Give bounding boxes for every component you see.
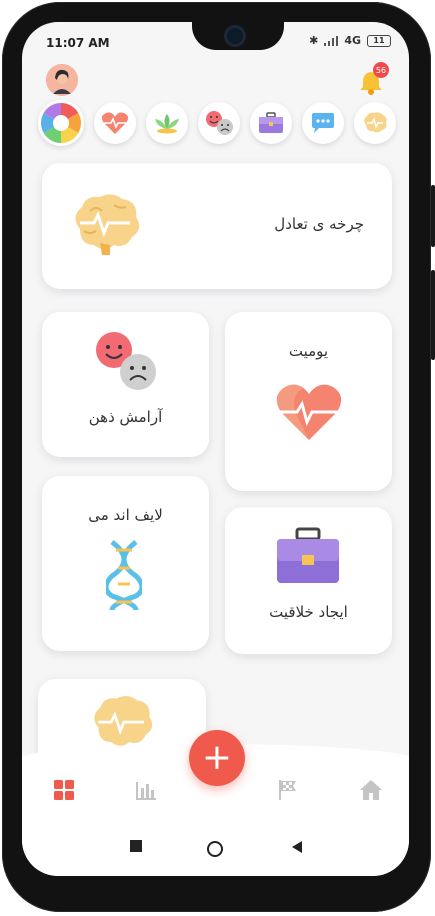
- heart-icon: [276, 384, 342, 440]
- heart-icon: [101, 112, 129, 134]
- add-button[interactable]: +: [189, 730, 245, 786]
- category-mood[interactable]: [198, 102, 240, 144]
- card-title: چرخه ی تعادل: [274, 215, 364, 233]
- front-camera: [227, 28, 243, 44]
- add-icon: +: [201, 737, 233, 778]
- phone-frame: 11:07 AM ✱ 4G 11 56 چرخه ی تعادل آرامش ذ…: [0, 0, 435, 916]
- network-type: 4G: [344, 34, 361, 47]
- avatar[interactable]: [46, 64, 78, 96]
- category-heart[interactable]: [94, 102, 136, 144]
- power-button: [431, 270, 435, 360]
- home-icon[interactable]: [359, 778, 383, 802]
- back-icon[interactable]: [290, 840, 304, 854]
- grid-icon[interactable]: [52, 778, 76, 802]
- user-avatar-icon: [46, 64, 78, 96]
- brain-icon: [94, 696, 153, 746]
- flag-icon[interactable]: [276, 778, 300, 802]
- category-briefcase[interactable]: [250, 102, 292, 144]
- notifications-button[interactable]: 56: [357, 62, 389, 96]
- card-creativity[interactable]: ایجاد خلاقیت: [225, 507, 392, 654]
- card-mind-calm[interactable]: آرامش ذهن: [42, 312, 209, 457]
- card-title: لایف اند می: [88, 506, 163, 524]
- card-title: ایجاد خلاقیت: [269, 603, 348, 621]
- card-title: آرامش ذهن: [88, 408, 163, 426]
- category-balance-wheel[interactable]: [38, 100, 84, 146]
- card-daily[interactable]: یومیت: [225, 312, 392, 491]
- card-life-and-me[interactable]: لایف اند می: [42, 476, 209, 651]
- mood-icon: [96, 332, 156, 390]
- battery-level: 11: [373, 36, 385, 45]
- category-chat[interactable]: [302, 102, 344, 144]
- category-brain[interactable]: [354, 102, 396, 144]
- balance-wheel-icon: [41, 103, 81, 143]
- brain-icon: [75, 194, 140, 255]
- status-indicators: ✱ 4G 11: [309, 34, 391, 47]
- status-time: 11:07 AM: [46, 36, 110, 50]
- card-title: یومیت: [288, 342, 329, 360]
- lotus-icon: [155, 114, 179, 134]
- dna-icon: [106, 540, 142, 611]
- mood-icon: [206, 111, 233, 135]
- bar-chart-icon[interactable]: [134, 778, 158, 802]
- chat-icon: [312, 113, 334, 133]
- battery-icon: 11: [367, 34, 391, 47]
- signal-icon: [324, 35, 339, 46]
- home-system-button[interactable]: [207, 841, 223, 857]
- card-balance-wheel[interactable]: چرخه ی تعادل: [42, 163, 392, 289]
- category-lotus[interactable]: [146, 102, 188, 144]
- bluetooth-icon: ✱: [309, 34, 319, 47]
- recents-button[interactable]: [130, 840, 142, 852]
- briefcase-icon: [259, 112, 283, 133]
- volume-button: [431, 185, 435, 247]
- briefcase-icon: [277, 527, 339, 583]
- brain-icon: [364, 112, 387, 133]
- app-screen: 11:07 AM ✱ 4G 11 56 چرخه ی تعادل آرامش ذ…: [22, 22, 409, 876]
- notification-badge: 56: [373, 62, 389, 78]
